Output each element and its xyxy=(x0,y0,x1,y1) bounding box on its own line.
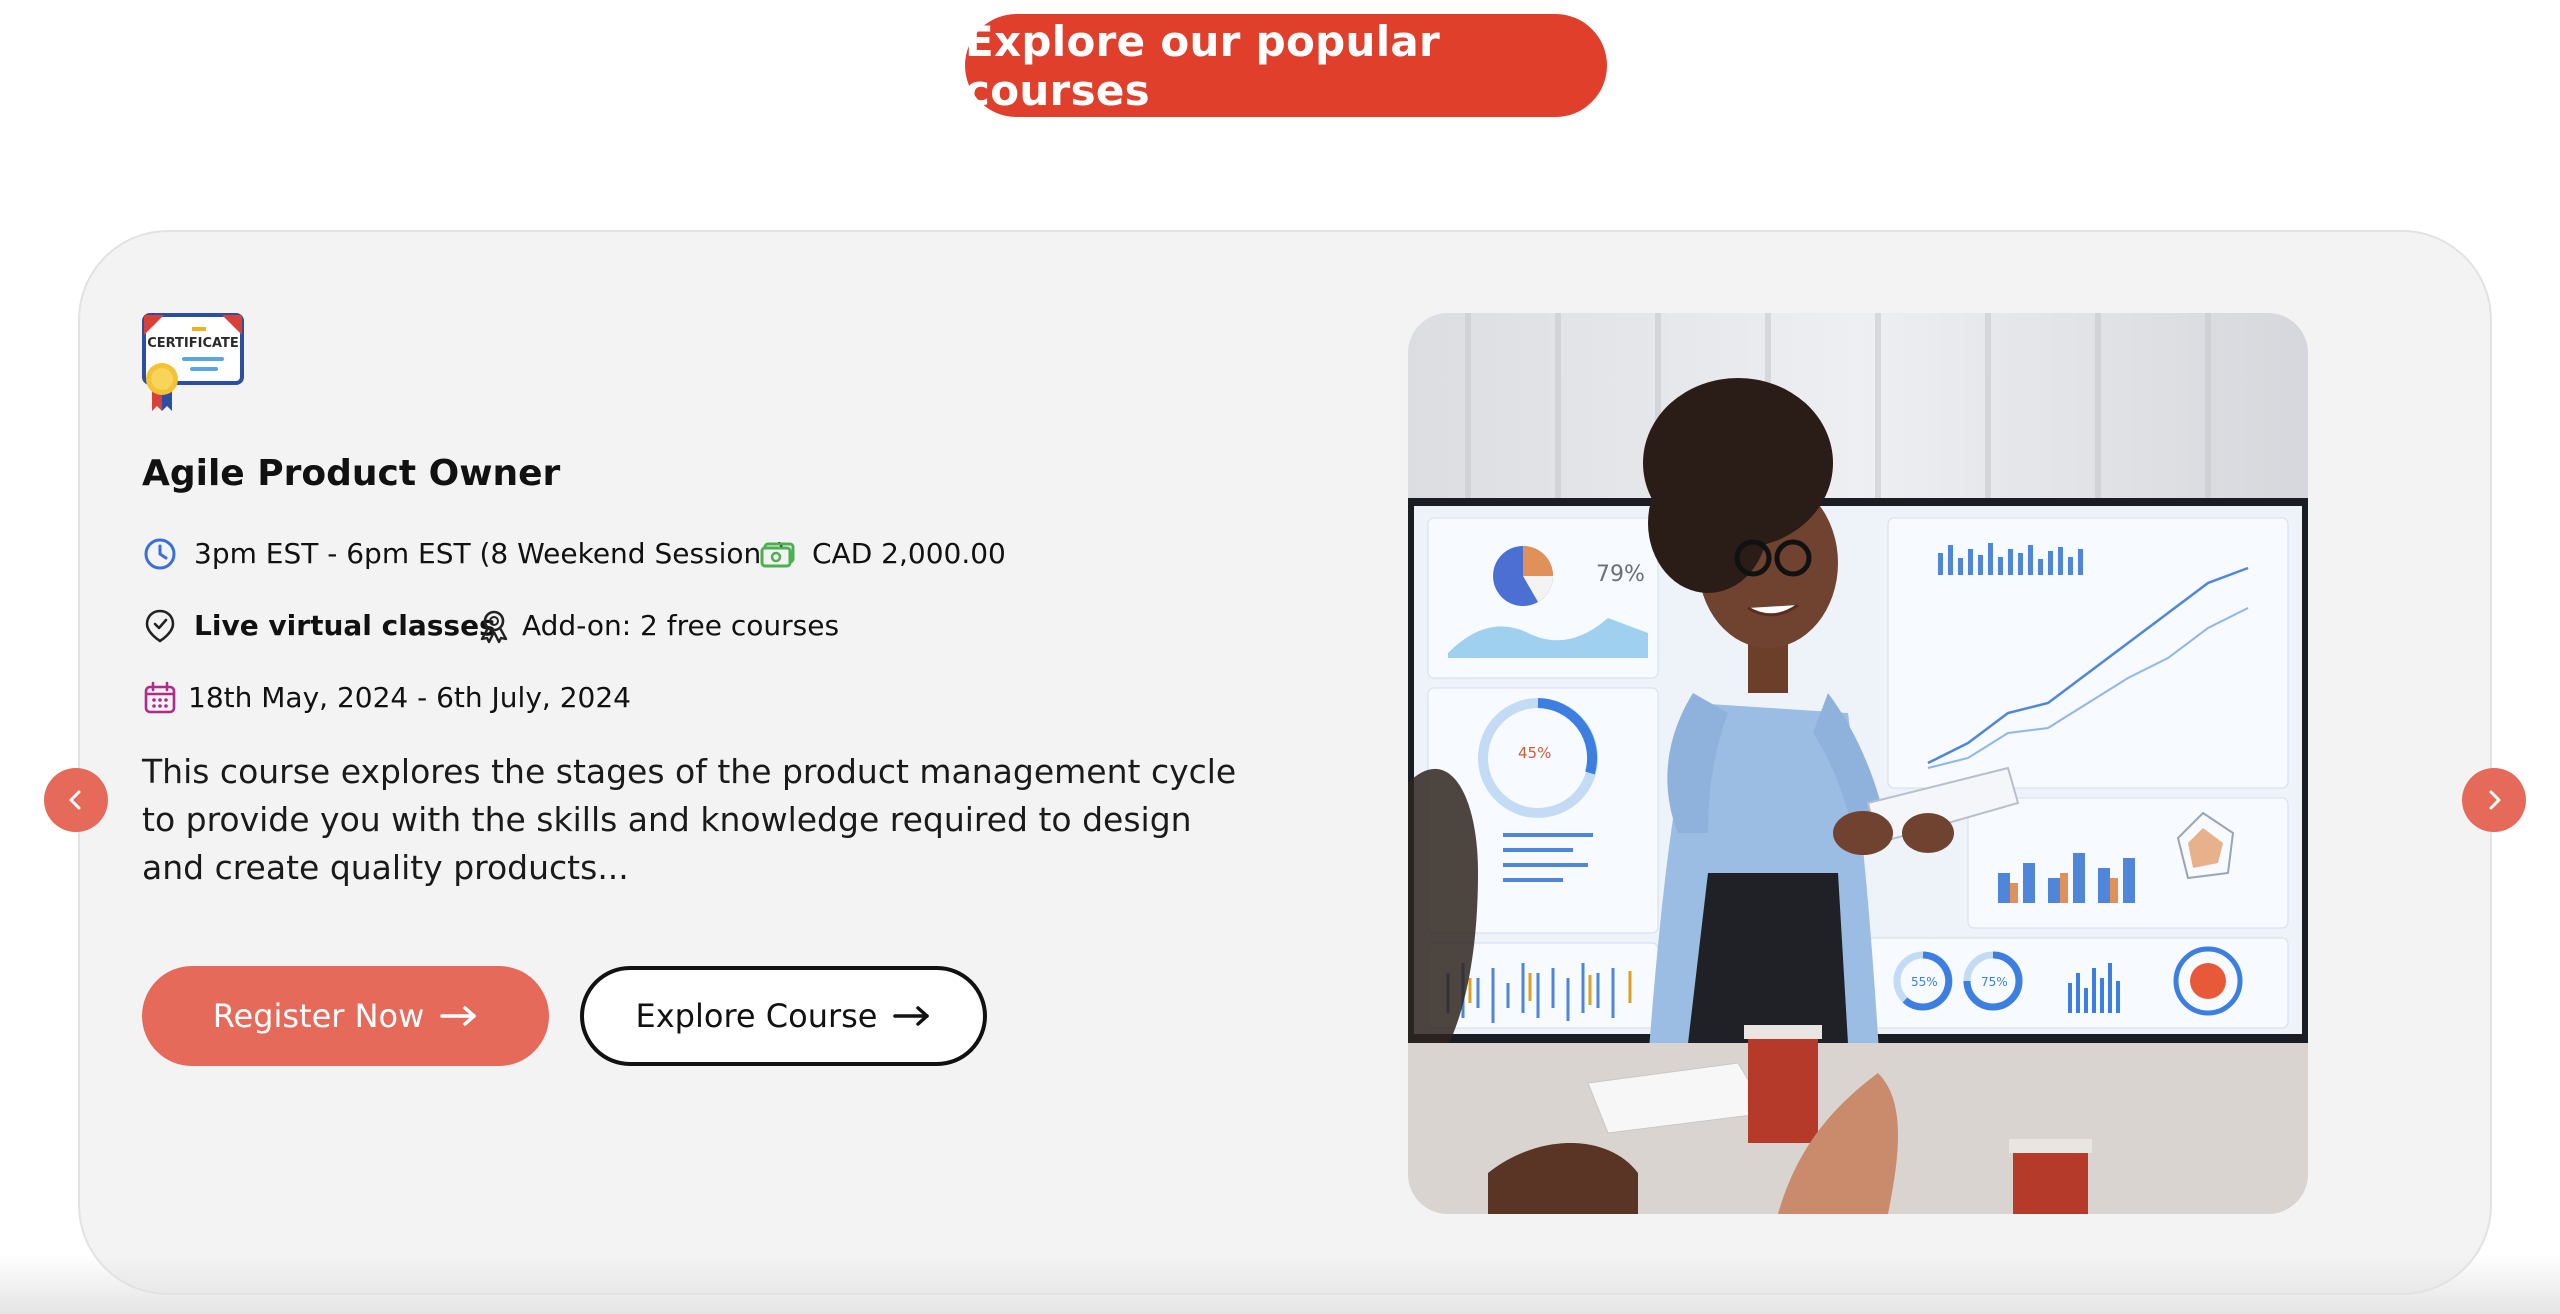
award-icon xyxy=(480,610,508,644)
price-text: CAD 2,000.00 xyxy=(812,537,1006,570)
addon-row: Add-on: 2 free courses xyxy=(476,608,839,644)
price-row: CAD 2,000.00 xyxy=(760,536,1006,572)
chevron-left-icon xyxy=(69,790,81,810)
course-title: Agile Product Owner xyxy=(142,453,561,494)
explore-course-button[interactable]: Explore Course xyxy=(580,966,987,1066)
register-label: Register Now xyxy=(212,997,425,1035)
explore-label: Explore Course xyxy=(635,997,878,1035)
certificate-label: CERTIFICATE xyxy=(147,336,239,351)
dates-row: 18th May, 2024 - 6th July, 2024 xyxy=(142,680,631,716)
course-image: 79% 45% 55% 75% xyxy=(1408,313,2308,1214)
photo-pie-label: 79% xyxy=(1596,562,1645,587)
schedule-row: 3pm EST - 6pm EST (8 Weekend Sessions) xyxy=(142,536,787,572)
arrow-right-icon xyxy=(893,1006,930,1026)
photo-ring-label: 45% xyxy=(1518,744,1551,762)
explore-popular-courses-button[interactable]: Explore our popular courses xyxy=(965,14,1607,117)
photo-gauge-label-1: 55% xyxy=(1911,975,1938,989)
hero-label: Explore our popular courses xyxy=(965,16,1441,115)
clock-icon xyxy=(144,538,176,570)
certificate-icon: CERTIFICATE xyxy=(142,313,244,413)
format-row: Live virtual classes xyxy=(142,608,496,644)
bottom-shadow xyxy=(0,1255,2560,1314)
arrow-right-icon xyxy=(440,1006,477,1026)
carousel-prev-button[interactable] xyxy=(44,768,108,832)
dates-text: 18th May, 2024 - 6th July, 2024 xyxy=(188,681,631,714)
photo-gauge-label-2: 75% xyxy=(1981,975,2008,989)
course-description: This course explores the stages of the p… xyxy=(142,752,1237,887)
format-text: Live virtual classes xyxy=(194,609,496,642)
money-icon xyxy=(760,542,795,568)
location-icon xyxy=(145,609,175,643)
chevron-right-icon xyxy=(2489,790,2501,810)
carousel-next-button[interactable] xyxy=(2462,768,2526,832)
schedule-text: 3pm EST - 6pm EST (8 Weekend Sessions) xyxy=(194,537,787,570)
calendar-icon xyxy=(144,681,176,714)
register-now-button[interactable]: Register Now xyxy=(142,966,549,1066)
addon-text: Add-on: 2 free courses xyxy=(522,609,840,642)
